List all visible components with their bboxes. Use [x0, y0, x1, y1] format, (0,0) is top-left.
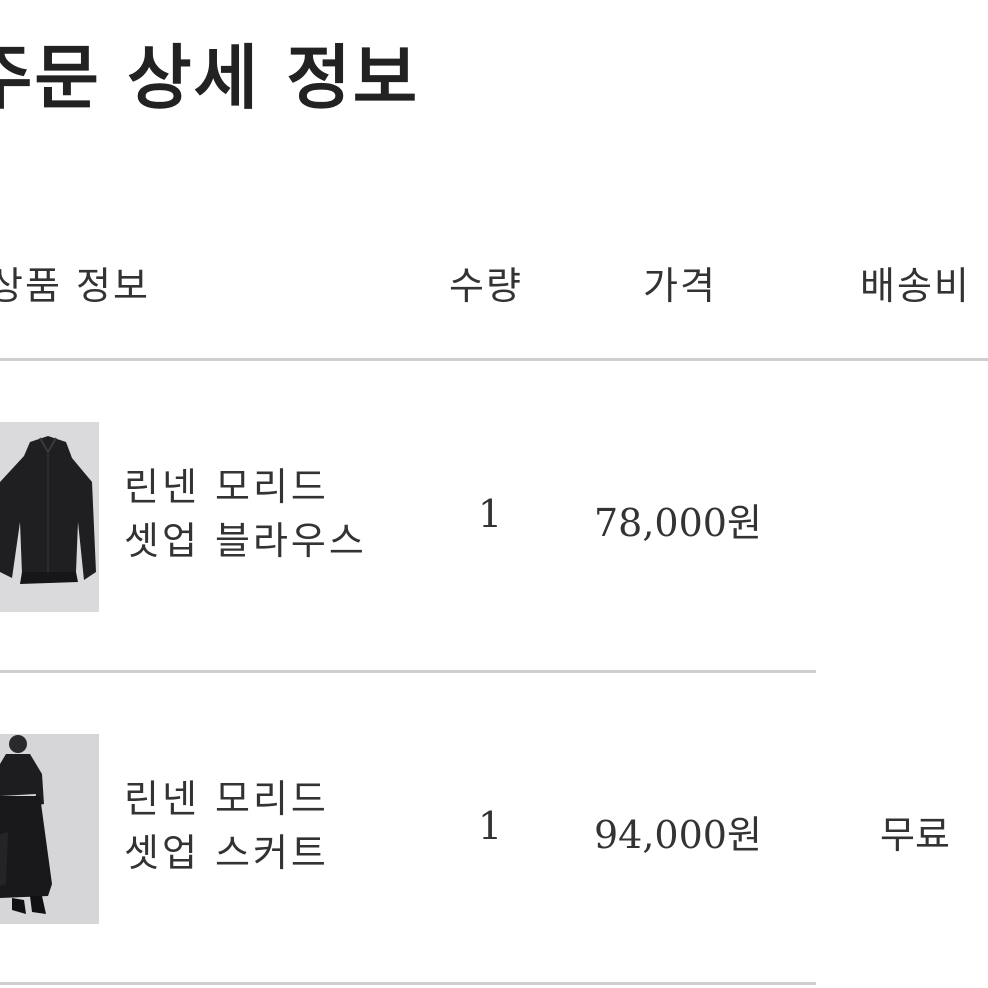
header-quantity: 수량 — [449, 264, 523, 308]
product-name-line: 셋업 스커트 — [124, 831, 329, 875]
price-value: 94,000원 — [594, 813, 762, 857]
product-name[interactable]: 린넨 모리드 셋업 블라우스 — [124, 460, 424, 568]
page-title: 주문 상세 정보 — [0, 37, 420, 119]
row-divider — [0, 982, 816, 985]
product-name-line: 린넨 모리드 — [124, 777, 329, 821]
header-divider — [0, 358, 988, 361]
header-price: 가격 — [643, 264, 717, 308]
product-name-line: 린넨 모리드 — [124, 465, 329, 509]
quantity-value: 1 — [478, 804, 503, 848]
price-value: 78,000원 — [594, 501, 762, 545]
quantity-value: 1 — [478, 492, 503, 536]
product-thumbnail[interactable] — [0, 734, 99, 924]
blouse-photo-image — [0, 422, 99, 612]
header-shipping: 배송비 — [860, 264, 971, 308]
product-name-line: 셋업 블라우스 — [124, 519, 367, 563]
row-divider — [0, 670, 816, 673]
skirt-outfit-photo-image — [0, 734, 99, 924]
header-product-info: 상품 정보 — [0, 264, 150, 308]
product-name[interactable]: 린넨 모리드 셋업 스커트 — [124, 772, 424, 880]
shipping-fee-value: 무료 — [880, 813, 950, 857]
product-thumbnail[interactable] — [0, 422, 99, 612]
